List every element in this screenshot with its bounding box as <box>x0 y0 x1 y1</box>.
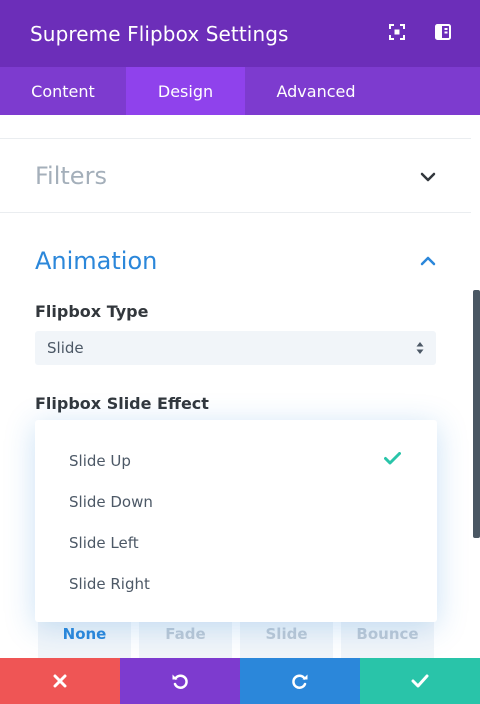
flipbox-slide-effect-label: Flipbox Slide Effect <box>35 394 209 413</box>
scrollbar[interactable] <box>473 290 480 538</box>
animation-section-title[interactable]: Animation <box>35 247 157 275</box>
focus-icon[interactable] <box>388 22 406 42</box>
dropdown-option-slide-up[interactable]: Slide Up <box>69 452 131 470</box>
cancel-button[interactable] <box>0 658 120 704</box>
tab-advanced[interactable]: Advanced <box>245 67 387 115</box>
dropdown-option-slide-left[interactable]: Slide Left <box>69 534 139 552</box>
checkmark-icon <box>384 452 401 465</box>
header-title: Supreme Flipbox Settings <box>30 21 289 46</box>
divider <box>0 212 471 213</box>
close-icon <box>53 674 67 688</box>
check-icon <box>411 674 429 688</box>
dropdown-option-slide-right[interactable]: Slide Right <box>69 575 150 593</box>
settings-header: Supreme Flipbox Settings <box>0 0 480 67</box>
undo-icon <box>172 674 188 689</box>
chevron-down-icon[interactable] <box>420 172 436 182</box>
settings-tabs: Content Design Advanced <box>0 67 480 115</box>
save-button[interactable] <box>360 658 480 704</box>
flipbox-type-label: Flipbox Type <box>35 302 149 321</box>
chevron-up-icon[interactable] <box>420 256 436 266</box>
flipbox-type-value: Slide <box>47 339 84 357</box>
tab-design[interactable]: Design <box>126 67 245 115</box>
dropdown-option-slide-down[interactable]: Slide Down <box>69 493 153 511</box>
filters-section-title[interactable]: Filters <box>35 162 107 190</box>
footer-actions <box>0 658 480 704</box>
redo-icon <box>292 674 308 689</box>
select-arrows-icon <box>416 342 424 354</box>
divider <box>0 138 471 139</box>
redo-button[interactable] <box>240 658 360 704</box>
flipbox-type-select[interactable]: Slide <box>35 331 436 365</box>
header-icons <box>388 22 452 42</box>
tab-content[interactable]: Content <box>0 67 126 115</box>
undo-button[interactable] <box>120 658 240 704</box>
sidebar-icon[interactable] <box>434 22 452 42</box>
slide-effect-dropdown: Slide Up Slide Down Slide Left Slide Rig… <box>35 420 437 622</box>
